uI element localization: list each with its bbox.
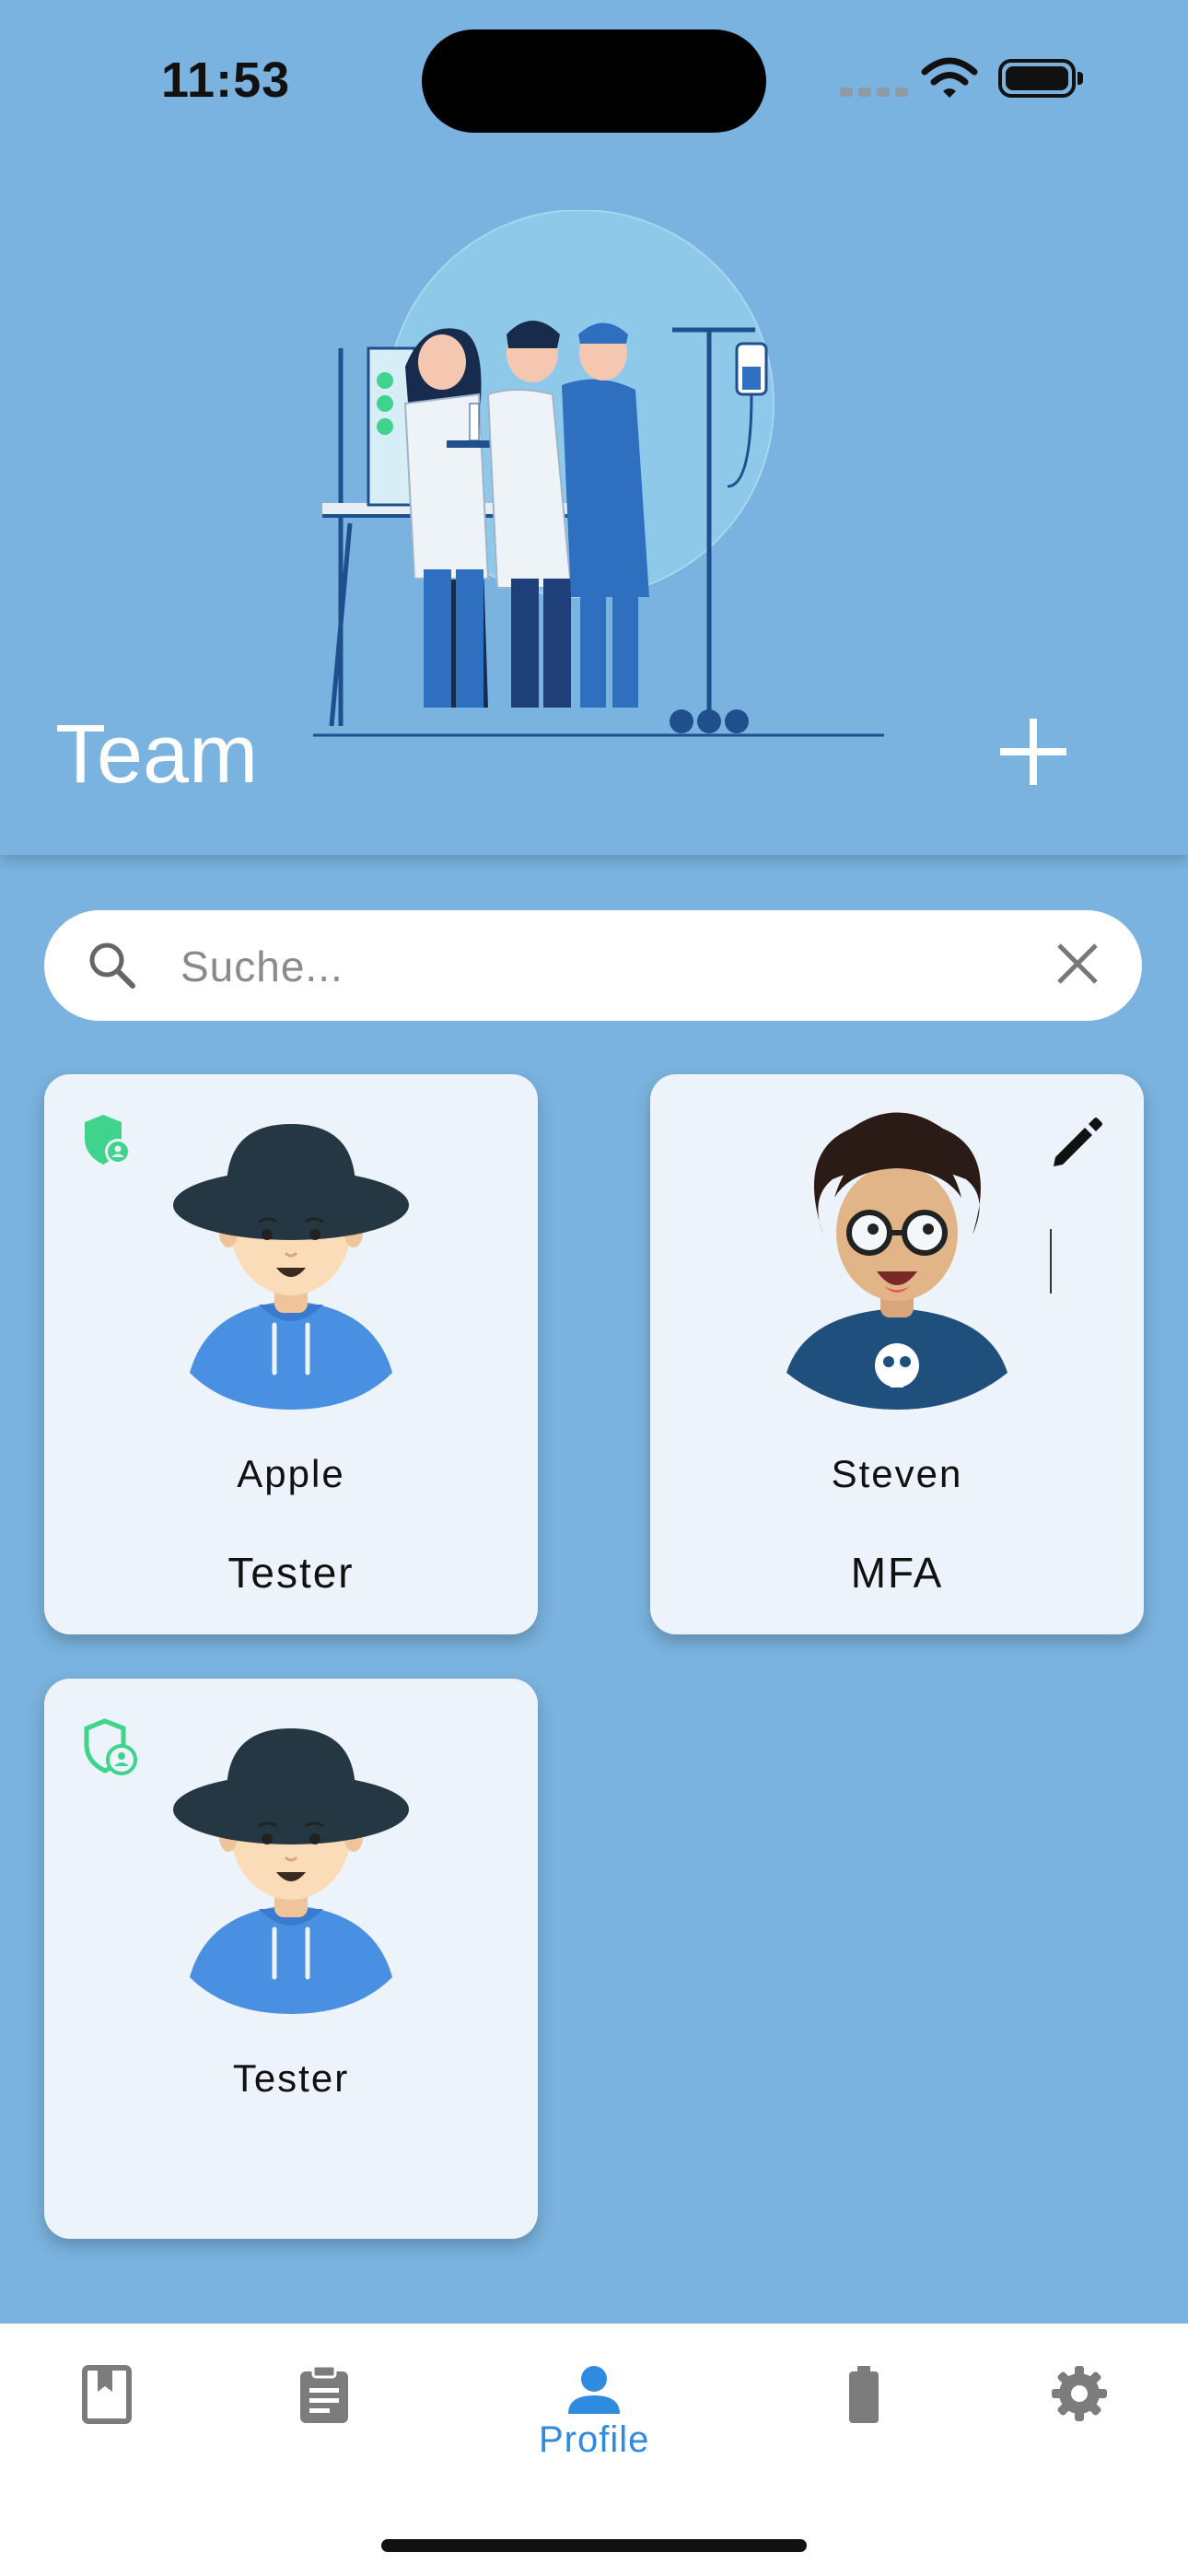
clear-search-icon[interactable] bbox=[1052, 938, 1103, 989]
search-icon bbox=[89, 943, 135, 989]
clipboard-icon bbox=[300, 2364, 348, 2423]
member-role: MFA bbox=[850, 1549, 944, 1597]
bookmark-book-icon bbox=[82, 2365, 132, 2424]
avatar bbox=[786, 1112, 1007, 1410]
member-name: Apple bbox=[237, 1452, 345, 1495]
text-cursor bbox=[1050, 1229, 1052, 1294]
bottom-navigation: Profile bbox=[0, 2324, 1188, 2576]
page-title: Team bbox=[55, 708, 259, 801]
edit-pencil-icon[interactable] bbox=[1048, 1113, 1107, 1172]
avatar bbox=[173, 1124, 409, 1410]
avatar bbox=[173, 1728, 409, 2014]
member-role: Tester bbox=[227, 1549, 355, 1597]
search-input[interactable] bbox=[179, 929, 1011, 1004]
search-bar[interactable] bbox=[44, 910, 1142, 1021]
member-name: Tester bbox=[232, 2056, 350, 2100]
status-bar: 11:53 bbox=[0, 0, 1188, 157]
nav-item-library[interactable] bbox=[52, 2364, 162, 2475]
battery-icon bbox=[849, 2366, 879, 2423]
cellular-signal-icon bbox=[840, 85, 914, 101]
add-member-button[interactable] bbox=[996, 715, 1070, 789]
person-icon bbox=[568, 2366, 620, 2414]
team-member-card[interactable]: Apple Tester bbox=[44, 1074, 538, 1634]
home-indicator bbox=[381, 2539, 807, 2552]
team-member-card[interactable]: Steven MFA bbox=[650, 1074, 1144, 1634]
team-illustration bbox=[313, 210, 884, 737]
team-member-card[interactable]: Tester bbox=[44, 1679, 538, 2239]
nav-item-settings[interactable] bbox=[1024, 2364, 1135, 2475]
dynamic-island bbox=[422, 29, 766, 133]
nav-label-profile: Profile bbox=[539, 2419, 650, 2460]
nav-item-battery[interactable] bbox=[809, 2364, 919, 2475]
nav-item-profile[interactable]: Profile bbox=[539, 2364, 649, 2475]
admin-shield-icon bbox=[85, 1115, 131, 1165]
nav-item-tasks[interactable] bbox=[269, 2364, 379, 2475]
wifi-icon bbox=[921, 57, 978, 98]
member-name: Steven bbox=[831, 1452, 963, 1495]
admin-shield-outline-icon bbox=[84, 1718, 137, 1775]
gear-icon bbox=[1052, 2366, 1107, 2421]
status-time: 11:53 bbox=[161, 53, 291, 108]
battery-status-icon bbox=[998, 59, 1083, 98]
